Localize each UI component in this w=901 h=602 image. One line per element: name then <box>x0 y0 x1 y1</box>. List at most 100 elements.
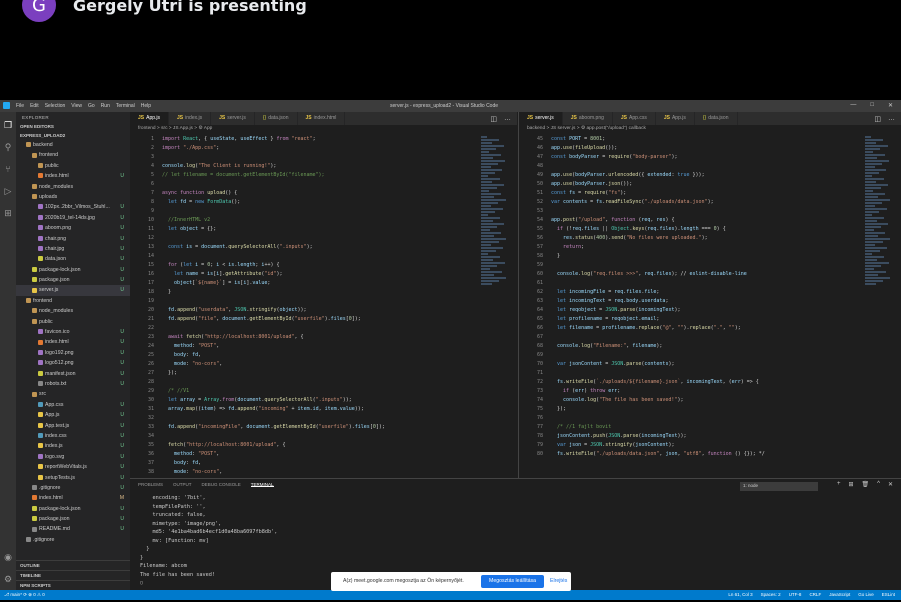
open-editors-section[interactable]: OPEN EDITORS <box>16 122 130 131</box>
timeline-section[interactable]: TIMELINE <box>16 570 130 580</box>
tree-item[interactable]: chair.png U <box>16 234 130 244</box>
search-icon[interactable]: ⚲ <box>3 142 13 152</box>
maximize-icon[interactable]: □ <box>870 102 874 109</box>
tree-item[interactable]: App.js U <box>16 410 130 420</box>
tree-item[interactable]: index.js U <box>16 441 130 451</box>
more-actions-icon[interactable]: … <box>504 115 511 122</box>
trash-icon[interactable]: 🗑 <box>862 481 870 488</box>
tab-App-js[interactable]: JS App.js <box>656 112 695 125</box>
status-item[interactable]: UTF-8 <box>789 592 802 597</box>
status-left[interactable]: ⎇ main* ⟳ ⊗ 0 ⚠ 0 <box>4 592 45 598</box>
tree-item[interactable]: node_modules <box>16 182 130 192</box>
menu-item-view[interactable]: View <box>71 103 82 109</box>
new-terminal-icon[interactable]: + <box>837 481 841 488</box>
menu-item-run[interactable]: Run <box>101 103 110 109</box>
tree-item[interactable]: App.css U <box>16 400 130 410</box>
right-breadcrumb[interactable]: backend > JS server.js > ⚙ app.post("/up… <box>519 125 901 134</box>
panel-tab-problems[interactable]: PROBLEMS <box>138 482 163 487</box>
menu-item-edit[interactable]: Edit <box>30 103 39 109</box>
panel-tab-debug-console[interactable]: DEBUG CONSOLE <box>202 482 241 487</box>
tree-item[interactable]: public <box>16 161 130 171</box>
accounts-icon[interactable]: ◉ <box>3 552 13 562</box>
tree-item[interactable]: 102px..2bbr_Vilmos_Stuhl... U <box>16 202 130 212</box>
menu-item-help[interactable]: Help <box>141 103 151 109</box>
split-editor-icon[interactable]: ◫ <box>490 115 497 123</box>
close-panel-icon[interactable]: ✕ <box>888 481 893 488</box>
more-actions-icon[interactable]: … <box>888 115 895 122</box>
right-minimap[interactable] <box>865 135 897 475</box>
tree-item[interactable]: logo.svg U <box>16 452 130 462</box>
left-minimap[interactable] <box>481 135 513 475</box>
tree-item[interactable]: favicon.ico U <box>16 327 130 337</box>
tree-item[interactable]: uploads <box>16 192 130 202</box>
split-editor-icon[interactable]: ◫ <box>874 115 881 123</box>
tree-item[interactable]: src <box>16 389 130 399</box>
status-item[interactable]: Go Live <box>858 592 874 597</box>
project-root[interactable]: EXPRESS_UPLOAD2 <box>16 131 130 140</box>
tree-item[interactable]: server.js U <box>16 285 130 296</box>
tree-item[interactable]: .gitignore <box>16 535 130 545</box>
status-item[interactable]: Spaces: 2 <box>761 592 781 597</box>
close-icon[interactable]: ✕ <box>888 102 893 109</box>
split-terminal-icon[interactable]: ⊞ <box>848 481 853 488</box>
terminal-select[interactable]: 1: node <box>740 482 818 491</box>
tree-item[interactable]: backend <box>16 140 130 150</box>
tree-item[interactable]: reportWebVitals.js U <box>16 462 130 472</box>
tab-server-js[interactable]: JS server.js <box>519 112 563 125</box>
tree-item[interactable]: frontend <box>16 150 130 160</box>
tab-server-js[interactable]: JS server.js <box>211 112 255 125</box>
terminal-output[interactable]: encoding: '7bit', tempFilePath: '', trun… <box>140 494 277 588</box>
tab-aboom-png[interactable]: JS aboom.png <box>563 112 613 125</box>
tree-item[interactable]: index.html U <box>16 171 130 181</box>
hide-notice-link[interactable]: Elrejtés <box>550 578 567 584</box>
tab-data-json[interactable]: {} data.json <box>255 112 298 125</box>
tree-item[interactable]: frontend <box>16 296 130 306</box>
status-item[interactable]: JavaScript <box>829 592 850 597</box>
tree-item[interactable]: aboom.png U <box>16 223 130 233</box>
tab-index-html[interactable]: JS index.html <box>298 112 346 125</box>
menu-item-terminal[interactable]: Terminal <box>116 103 135 109</box>
left-breadcrumb[interactable]: frontend > src > JS App.js > ⚙ App <box>130 125 517 134</box>
minimize-icon[interactable]: — <box>850 102 856 109</box>
tab-data-json[interactable]: {} data.json <box>695 112 738 125</box>
tree-item[interactable]: chair.jpg U <box>16 244 130 254</box>
tree-item[interactable]: package-lock.json U <box>16 265 130 275</box>
tree-item[interactable]: index.html M <box>16 493 130 503</box>
tree-item[interactable]: README.md U <box>16 524 130 534</box>
tree-item[interactable]: App.test.js U <box>16 421 130 431</box>
menu-item-file[interactable]: File <box>16 103 24 109</box>
tab-App-js[interactable]: JS App.js <box>130 112 170 125</box>
outline-section[interactable]: OUTLINE <box>16 560 130 570</box>
tree-item[interactable]: index.html U <box>16 337 130 347</box>
tree-item[interactable]: package-lock.json U <box>16 504 130 514</box>
settings-icon[interactable]: ⚙ <box>3 574 13 584</box>
source-control-icon[interactable]: ⑂ <box>3 164 13 174</box>
tree-item[interactable]: data.json U <box>16 254 130 264</box>
tree-item[interactable]: manifest.json U <box>16 369 130 379</box>
tree-item[interactable]: robots.txt U <box>16 379 130 389</box>
maximize-panel-icon[interactable]: ^ <box>877 481 880 488</box>
tree-item[interactable]: 2020b19_tel-14ds.jpg U <box>16 213 130 223</box>
stop-sharing-button[interactable]: Megosztás leállítása <box>481 575 544 588</box>
tab-App-css[interactable]: JS App.css <box>613 112 656 125</box>
tree-item[interactable]: logo512.png U <box>16 358 130 368</box>
tree-item[interactable]: setupTests.js U <box>16 473 130 483</box>
run-debug-icon[interactable]: ▷ <box>3 186 13 196</box>
tree-item[interactable]: index.css U <box>16 431 130 441</box>
npm-scripts-section[interactable]: NPM SCRIPTS <box>16 580 130 590</box>
panel-tab-terminal[interactable]: TERMINAL <box>250 482 274 487</box>
menu-item-selection[interactable]: Selection <box>45 103 66 109</box>
status-item[interactable]: Ln 61, Col 3 <box>728 592 752 597</box>
status-item[interactable]: ESLint <box>882 592 895 597</box>
tree-item[interactable]: package.json U <box>16 275 130 285</box>
tree-item[interactable]: logo192.png U <box>16 348 130 358</box>
tab-index-js[interactable]: JS index.js <box>169 112 212 125</box>
tree-item[interactable]: public <box>16 317 130 327</box>
tree-item[interactable]: node_modules <box>16 306 130 316</box>
status-item[interactable]: CRLF <box>809 592 821 597</box>
tree-item[interactable]: .gitignore U <box>16 483 130 493</box>
tree-item[interactable]: package.json U <box>16 514 130 524</box>
panel-tab-output[interactable]: OUTPUT <box>173 482 192 487</box>
explorer-icon[interactable]: ❐ <box>3 120 13 130</box>
left-code-area[interactable]: 1 import React, { useState, useEffect } f… <box>130 135 477 477</box>
